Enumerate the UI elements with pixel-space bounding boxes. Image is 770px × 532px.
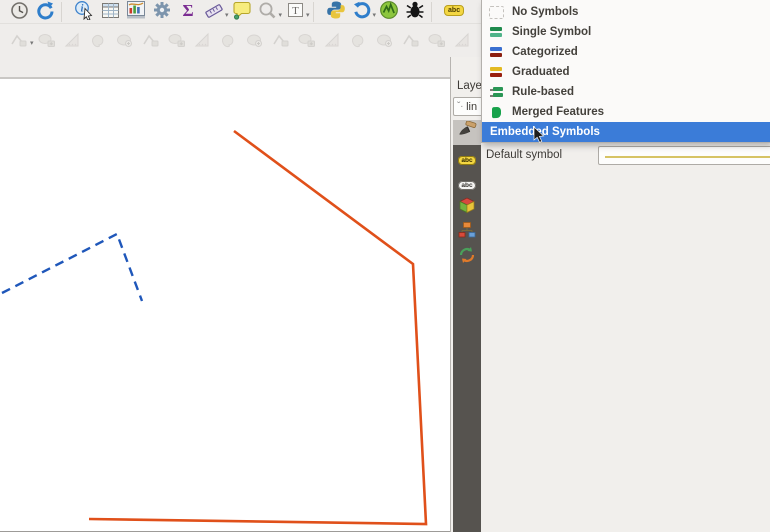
3d-cube-icon <box>458 196 476 219</box>
text-annotation-icon[interactable]: T <box>282 0 308 22</box>
map-canvas[interactable] <box>0 77 451 532</box>
processing-toolbox-icon[interactable] <box>349 0 375 22</box>
line-layer-icon: ˇ∙ <box>457 101 463 112</box>
toolbar-separator <box>431 2 438 22</box>
graduated-icon <box>489 66 504 79</box>
menu-item-label: Categorized <box>512 46 578 58</box>
menu-item-label: No Symbols <box>512 6 578 18</box>
menu-item-label: Merged Features <box>512 106 604 118</box>
measure-icon[interactable] <box>201 0 227 22</box>
labels-tab[interactable]: abc <box>453 145 481 170</box>
menu-item-categorized[interactable]: Categorized <box>482 42 770 62</box>
categorized-icon <box>489 46 504 59</box>
styling-tab-strip: abc abc <box>453 120 481 532</box>
menu-item-merged-features[interactable]: Merged Features <box>482 102 770 122</box>
svg-text:T: T <box>292 5 299 17</box>
menu-item-single-symbol[interactable]: Single Symbol <box>482 22 770 42</box>
masks-tab[interactable]: abc <box>453 170 481 195</box>
layer-combo-value: lin <box>466 101 477 113</box>
identify-features-icon[interactable]: i <box>71 0 97 22</box>
blue-dashed-line-feature <box>2 234 142 301</box>
options-gear-icon[interactable] <box>149 0 175 22</box>
toolbar-separator <box>313 2 320 22</box>
history-tab[interactable] <box>453 245 481 270</box>
python-console-icon[interactable] <box>323 0 349 22</box>
default-symbol-combo[interactable]: ▾ <box>598 146 770 165</box>
menu-item-graduated[interactable]: Graduated <box>482 62 770 82</box>
rotate-point-symbols-icon <box>450 28 476 52</box>
symbology-type-menu: No Symbols Single Symbol Categorized Gradua… <box>481 0 770 143</box>
split-features-icon <box>372 28 398 52</box>
add-part-icon <box>216 28 242 52</box>
3d-view-tab[interactable] <box>453 195 481 220</box>
label-toolbar-icon[interactable]: abc <box>441 0 467 22</box>
toolbar-separator <box>61 2 68 22</box>
paintbrush-icon <box>457 121 477 144</box>
symbology-tab[interactable] <box>453 120 481 145</box>
diagrams-icon <box>458 221 476 244</box>
move-feature-icon <box>34 28 60 52</box>
vertex-tool-icon <box>346 28 372 52</box>
offset-curve-icon <box>320 28 346 52</box>
svg-text:Σ: Σ <box>182 1 193 20</box>
menu-item-embedded-symbols[interactable]: Embedded Symbols <box>482 122 770 142</box>
menu-item-no-symbols[interactable]: No Symbols <box>482 2 770 22</box>
menu-item-label: Graduated <box>512 66 570 78</box>
orange-line-feature <box>89 131 426 524</box>
menu-item-label: Single Symbol <box>512 26 591 38</box>
digitize-with-segment-icon <box>6 28 32 52</box>
ruler-icon <box>60 28 86 52</box>
qgis-window: { "colors": { "selection_blue": "#3b7cd8… <box>0 0 770 532</box>
menu-item-rule-based[interactable]: Rule-based <box>482 82 770 102</box>
refresh-icon[interactable] <box>32 0 58 22</box>
masks-abc-icon: abc <box>458 174 475 192</box>
menu-item-label: Rule-based <box>512 86 574 98</box>
fill-ring-icon <box>190 28 216 52</box>
debug-bug-icon[interactable] <box>402 0 428 22</box>
rotate-feature-icon <box>112 28 138 52</box>
add-ring-icon <box>164 28 190 52</box>
grass-tools-icon[interactable] <box>376 0 402 22</box>
svg-text:i: i <box>81 4 84 15</box>
single-symbol-icon <box>489 26 504 39</box>
reshape-features-icon <box>294 28 320 52</box>
rule-based-icon <box>489 86 504 99</box>
default-symbol-label: Default symbol <box>486 149 562 161</box>
history-icon <box>458 246 476 269</box>
diagrams-tab[interactable] <box>453 220 481 245</box>
split-parts-icon <box>398 28 424 52</box>
copy-move-feature-icon <box>86 28 112 52</box>
labels-abc-icon: abc <box>458 149 475 167</box>
merge-features-icon <box>424 28 450 52</box>
map-tips-icon[interactable] <box>229 0 255 22</box>
merged-features-icon <box>489 106 504 119</box>
mouse-cursor <box>533 127 547 145</box>
show-statistics-sigma-icon[interactable]: Σ <box>175 0 201 22</box>
simplify-feature-icon <box>138 28 164 52</box>
line-symbol-preview <box>605 156 770 158</box>
statistical-summary-icon[interactable] <box>123 0 149 22</box>
attribute-table-icon[interactable] <box>97 0 123 22</box>
clock-icon[interactable] <box>6 0 32 22</box>
zoom-tool-icon[interactable] <box>255 0 281 22</box>
delete-ring-icon <box>242 28 268 52</box>
default-symbol-row: Default symbol ▾ <box>485 145 770 167</box>
no-symbols-icon <box>489 6 504 19</box>
delete-part-icon <box>268 28 294 52</box>
map-line-features <box>0 79 451 532</box>
